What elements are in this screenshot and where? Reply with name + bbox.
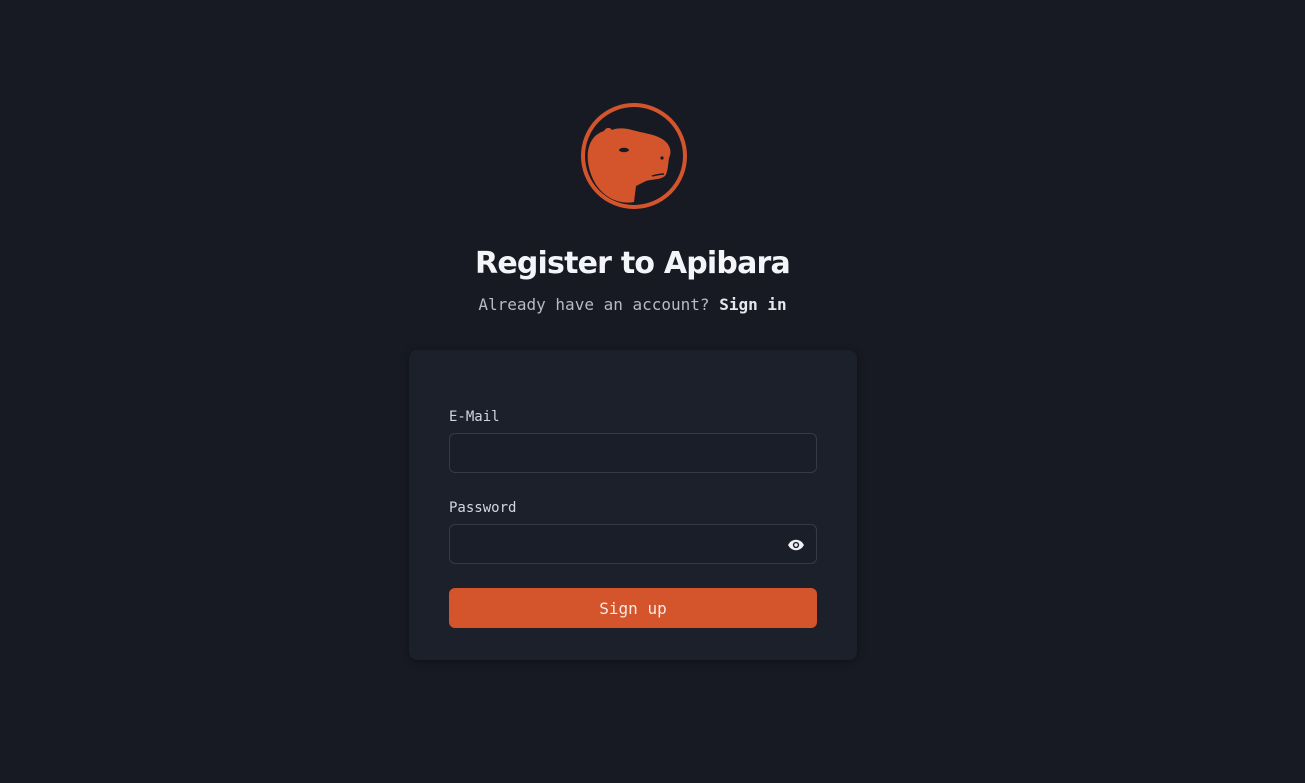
page-title-wrap: Register to Apibara [0, 242, 1265, 286]
signin-prompt: Already have an account? Sign in [0, 294, 1265, 316]
email-field[interactable] [450, 434, 816, 472]
page-title: Register to Apibara [475, 246, 791, 281]
register-page: Register to Apibara Already have an acco… [0, 0, 1305, 783]
sign-up-button[interactable]: Sign up [449, 588, 817, 628]
email-field-wrapper [449, 433, 817, 473]
password-field[interactable] [450, 525, 816, 563]
email-label: E-Mail [449, 409, 500, 425]
capybara-logo-icon [581, 103, 687, 209]
eye-icon[interactable] [787, 536, 805, 554]
register-form-card: E-Mail Password Sign up [409, 350, 857, 660]
password-field-wrapper [449, 524, 817, 564]
password-label: Password [449, 500, 517, 516]
signin-link[interactable]: Sign in [719, 295, 786, 314]
signin-prompt-text: Already have an account? [478, 295, 710, 314]
